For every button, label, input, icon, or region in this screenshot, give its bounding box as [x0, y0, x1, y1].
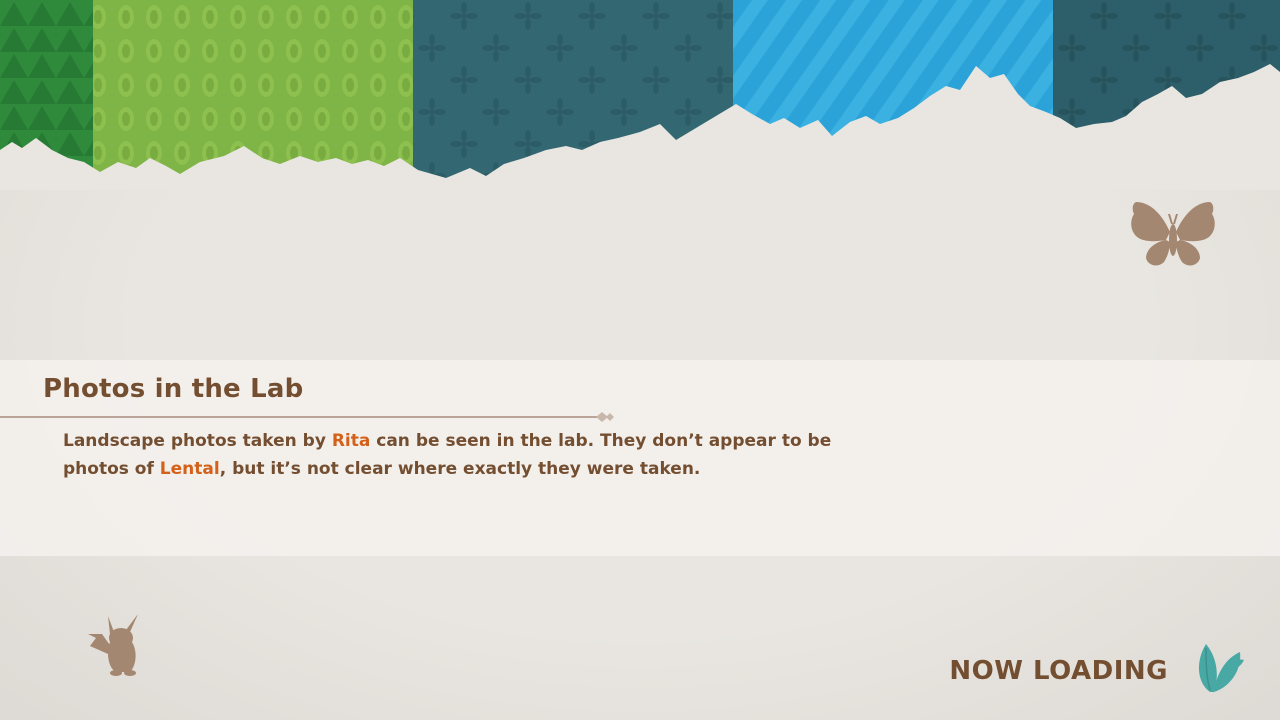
now-loading-label: NOW LOADING [949, 656, 1168, 686]
header-pattern-band [0, 0, 1280, 190]
tip-keyword-lental: Lental [159, 459, 220, 479]
tip-body-text: Landscape photos taken by [63, 431, 332, 451]
butterfly-silhouette-icon [1131, 202, 1215, 266]
tip-body: Landscape photos taken by Rita can be se… [63, 427, 893, 483]
tip-divider [0, 412, 614, 422]
tip-keyword-rita: Rita [331, 431, 371, 451]
pikachu-silhouette-icon [88, 614, 138, 676]
tip-title: Photos in the Lab [43, 374, 304, 404]
tip-body-text: , but it’s not clear where exactly they … [219, 459, 701, 479]
leaf-loading-icon [1198, 644, 1244, 692]
